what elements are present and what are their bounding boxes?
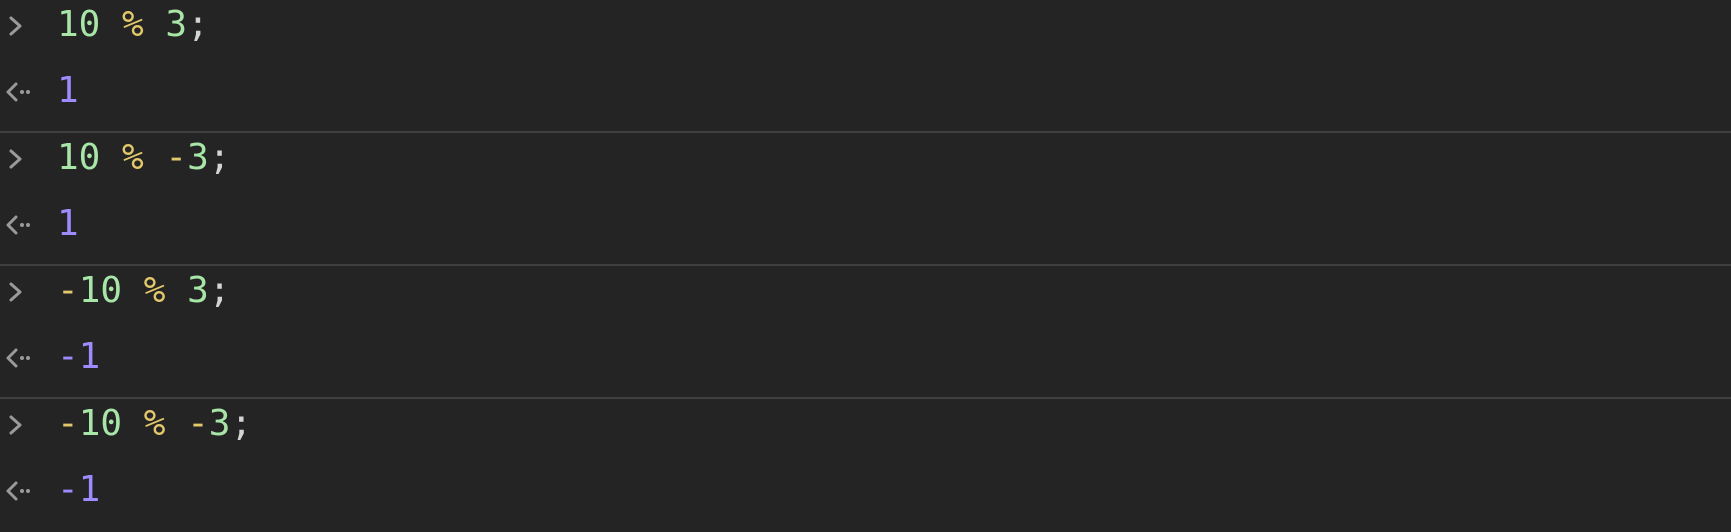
devtools-console: 10 % 3; 1 10 % -3; 1 -10 % 3; -1 -10 % -… (0, 0, 1731, 510)
output-prompt (0, 204, 57, 244)
code-number-token: 10 (78, 403, 123, 444)
output-prompt (0, 470, 57, 510)
code-number-token: 10 (57, 4, 101, 45)
code-number-token: 3 (165, 4, 188, 45)
chevron-right-icon (9, 282, 22, 302)
chevron-right-icon (9, 16, 22, 36)
output-value: -1 (57, 469, 101, 510)
console-output-line: 1 (0, 204, 1731, 244)
output-value: 1 (57, 70, 79, 111)
console-entry: 10 % 3; 1 (0, 0, 1731, 133)
code-number-token: 10 (78, 270, 123, 311)
input-code: 10 % 3; (57, 5, 209, 45)
return-arrow-icon (6, 82, 30, 102)
return-arrow-icon (6, 215, 30, 235)
output-prompt (0, 337, 57, 377)
console-input-line[interactable]: 10 % 3; (0, 5, 1731, 45)
code-operator-token: % (122, 4, 144, 45)
console-output-line: -1 (0, 337, 1731, 377)
chevron-right-icon (9, 415, 22, 435)
code-punctuation-token: ; (208, 270, 231, 311)
code-number-token: 10 (57, 137, 101, 178)
console-input-line[interactable]: 10 % -3; (0, 138, 1731, 178)
input-prompt (0, 138, 57, 178)
code-operator-token: % (143, 403, 166, 444)
console-entry: -10 % 3; -1 (0, 266, 1731, 399)
console-entry: 10 % -3; 1 (0, 133, 1731, 266)
console-input-line[interactable]: -10 % -3; (0, 404, 1731, 444)
console-input-line[interactable]: -10 % 3; (0, 271, 1731, 311)
output-value: 1 (57, 203, 79, 244)
return-arrow-icon (6, 348, 30, 368)
code-operator-token: - (165, 137, 188, 178)
code-operator-token: % (143, 270, 166, 311)
input-code: -10 % 3; (57, 271, 230, 311)
code-number-token: 3 (208, 403, 231, 444)
output-value: -1 (57, 336, 101, 377)
code-operator-token: - (187, 403, 209, 444)
return-arrow-icon (6, 481, 30, 501)
code-operator-token: - (57, 270, 79, 311)
code-punctuation-token: ; (208, 137, 231, 178)
console-output-line: 1 (0, 71, 1731, 111)
output-prompt (0, 71, 57, 111)
code-number-token: 3 (187, 137, 209, 178)
console-entry: -10 % -3; -1 (0, 399, 1731, 532)
console-output-line: -1 (0, 470, 1731, 510)
code-number-token: 3 (187, 270, 209, 311)
input-code: 10 % -3; (57, 138, 230, 178)
input-code: -10 % -3; (57, 404, 252, 444)
input-prompt (0, 5, 57, 45)
input-prompt (0, 404, 57, 444)
input-prompt (0, 271, 57, 311)
code-punctuation-token: ; (230, 403, 253, 444)
code-operator-token: - (57, 403, 79, 444)
chevron-right-icon (9, 149, 22, 169)
code-punctuation-token: ; (187, 4, 209, 45)
code-operator-token: % (122, 137, 144, 178)
